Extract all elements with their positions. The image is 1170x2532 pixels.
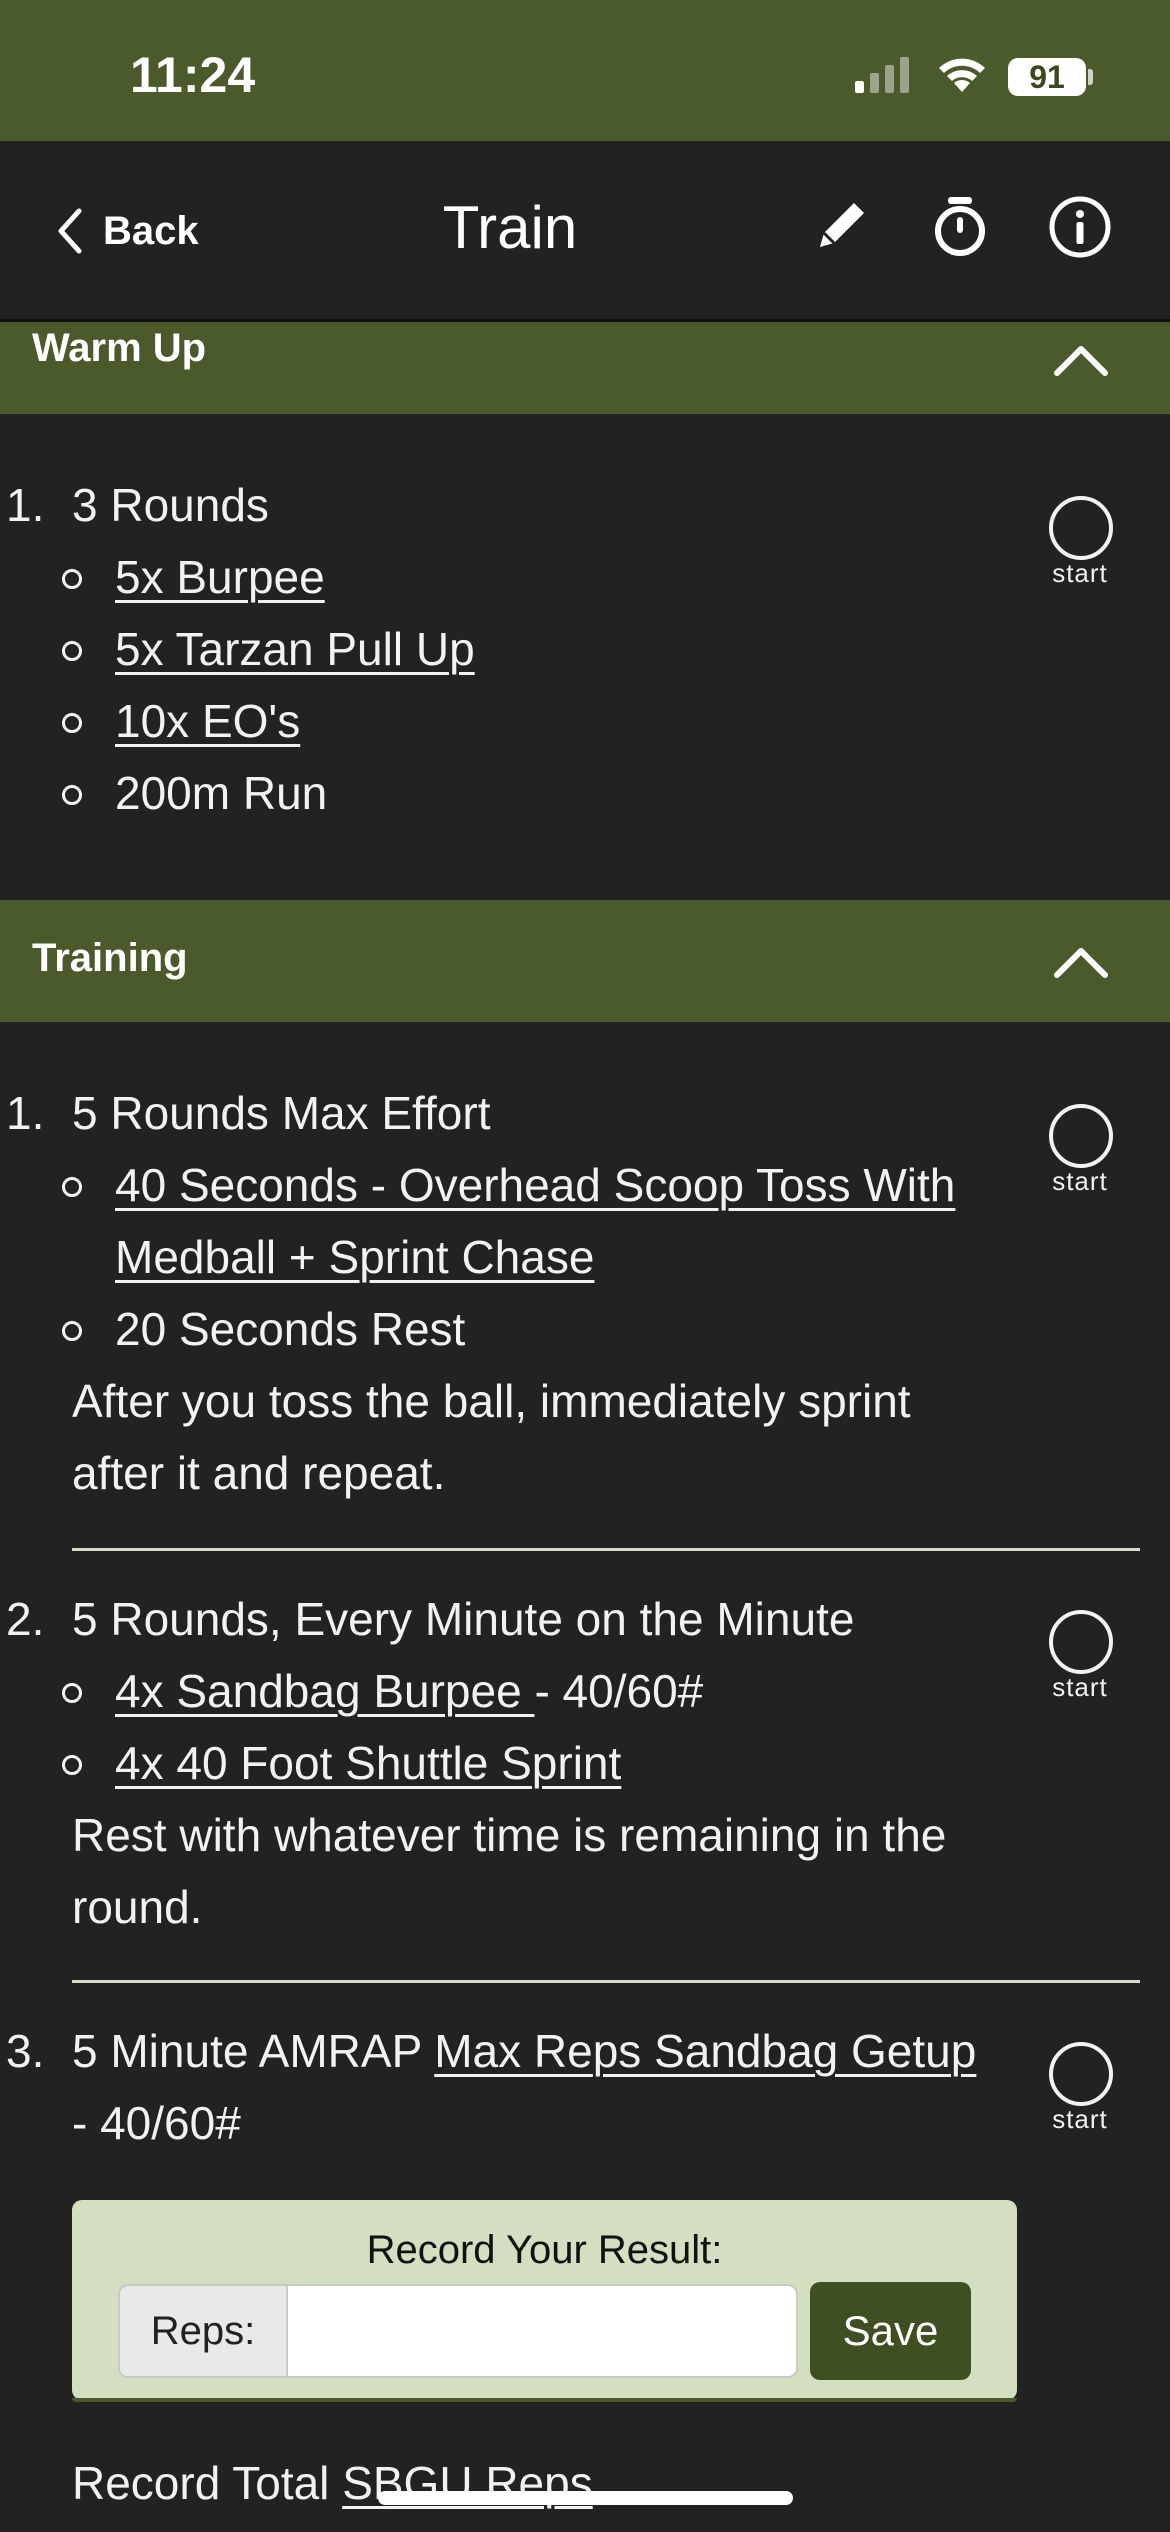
item-note: round. [72,1881,203,1933]
bullet [62,713,82,733]
divider [72,1548,1140,1551]
item-title: 5 Rounds, Every Minute on the Minute [72,1593,855,1645]
bullet [62,785,82,805]
record-title: Record Your Result: [366,2228,723,2272]
exercise-link[interactable]: 5x Tarzan Pull Up [115,623,475,675]
exercise-weight: - 40/60# [534,1665,704,1717]
exercise-link[interactable]: 40 Seconds - Overhead Scoop Toss With [115,1159,955,1211]
footer-text: Record Total [72,2457,343,2509]
bullet [62,641,82,661]
start-label: start [1052,1672,1108,1702]
chevron-up-icon[interactable] [1052,342,1110,378]
item-note: After you toss the ball, immediately spr… [72,1375,911,1427]
exercise-link[interactable]: 4x 40 Foot Shuttle Sprint [115,1737,621,1789]
reps-input[interactable] [288,2284,798,2378]
section-header-warm-up[interactable]: Warm Up [0,322,1170,414]
record-card-edge [72,2398,1017,2402]
wifi-icon [939,58,985,92]
status-time: 11:24 [130,47,256,103]
item-number: 2. [6,1593,45,1645]
status-bar: 11:24 91 [0,0,1170,141]
exercise-link[interactable]: 4x Sandbag Burpee [115,1665,534,1717]
reps-label: Reps: [118,2284,288,2378]
save-button[interactable]: Save [810,2282,971,2380]
start-toggle[interactable] [1049,496,1113,560]
home-indicator [378,2491,793,2505]
item-title: 3 Rounds [72,479,269,531]
start-toggle[interactable] [1049,1104,1113,1168]
stopwatch-icon[interactable] [930,195,990,259]
record-result-card: Record Your Result: Reps: Save [72,2200,1017,2400]
start-toggle[interactable] [1049,1610,1113,1674]
nav-bar: Back Train [0,141,1170,322]
item-title: 5 Minute AMRAP [72,2025,435,2077]
bullet [62,1683,82,1703]
exercise-link[interactable]: 10x EO's [115,695,300,747]
battery-nub [1088,69,1093,85]
item-number: 3. [6,2025,45,2077]
bullet [62,1321,82,1341]
exercise-link[interactable]: Medball + Sprint Chase [115,1231,594,1283]
item-note: Rest with whatever time is remaining in … [72,1809,947,1861]
start-label: start [1052,558,1108,588]
start-label: start [1052,1166,1108,1196]
exercise-text: 200m Run [115,767,328,819]
pencil-icon[interactable] [812,195,872,255]
chevron-up-icon[interactable] [1052,944,1110,980]
item-title-continued: - 40/60# [72,2097,241,2149]
bullet [62,1177,82,1197]
section-header-training[interactable]: Training [0,900,1170,1022]
divider [72,1980,1140,1983]
item-number: 1. [6,1087,45,1139]
exercise-link[interactable]: 5x Burpee [115,551,325,603]
info-icon[interactable] [1048,195,1112,259]
item-title: 5 Rounds Max Effort [72,1087,491,1139]
exercise-text: 20 Seconds Rest [115,1303,466,1355]
start-label: start [1052,2104,1108,2134]
section-title: Warm Up [32,326,207,370]
battery-indicator: 91 [1008,58,1086,96]
item-number: 1. [6,479,45,531]
exercise-link[interactable]: Max Reps Sandbag Getup [434,2025,976,2077]
bullet [62,1755,82,1775]
item-note: after it and repeat. [72,1447,446,1499]
start-toggle[interactable] [1049,2042,1113,2106]
bullet [62,569,82,589]
section-title: Training [32,936,188,980]
cellular-signal-icon [855,57,909,93]
